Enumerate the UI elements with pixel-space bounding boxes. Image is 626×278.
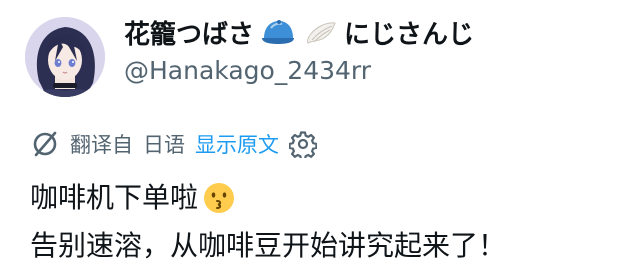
author-name-row[interactable]: 花籠つばさ にじさんじ <box>124 12 474 52</box>
blue-cap-icon <box>262 20 295 44</box>
avatar[interactable] <box>25 17 105 97</box>
show-original-link[interactable]: 显示原文 <box>195 129 279 159</box>
post-body: 咖啡机下单啦 告别速溶，从咖啡豆开始讲究起来了！ <box>30 174 506 270</box>
author-handle[interactable]: @Hanakago_2434rr <box>124 56 371 85</box>
post-text-line-1: 咖啡机下单啦 <box>30 181 199 214</box>
post-line-2: 告别速溶，从咖啡豆开始讲究起来了！ <box>30 222 506 270</box>
settings-gear-icon[interactable] <box>289 130 317 158</box>
kissing-face-emoji <box>204 183 235 213</box>
translate-icon <box>30 129 60 159</box>
name-suffix[interactable]: にじさんじ <box>344 14 474 51</box>
translation-bar: 翻译自 日语 显示原文 <box>30 126 317 162</box>
white-wing-icon <box>307 22 336 44</box>
post-line-1: 咖啡机下单啦 <box>30 174 506 222</box>
avatar-image <box>25 17 105 97</box>
translated-from-label: 翻译自 <box>70 133 133 157</box>
source-language: 日语 <box>143 133 185 157</box>
post-text-line-2: 告别速溶，从咖啡豆开始讲究起来了！ <box>30 229 507 262</box>
display-name[interactable]: 花籠つばさ <box>124 14 254 51</box>
